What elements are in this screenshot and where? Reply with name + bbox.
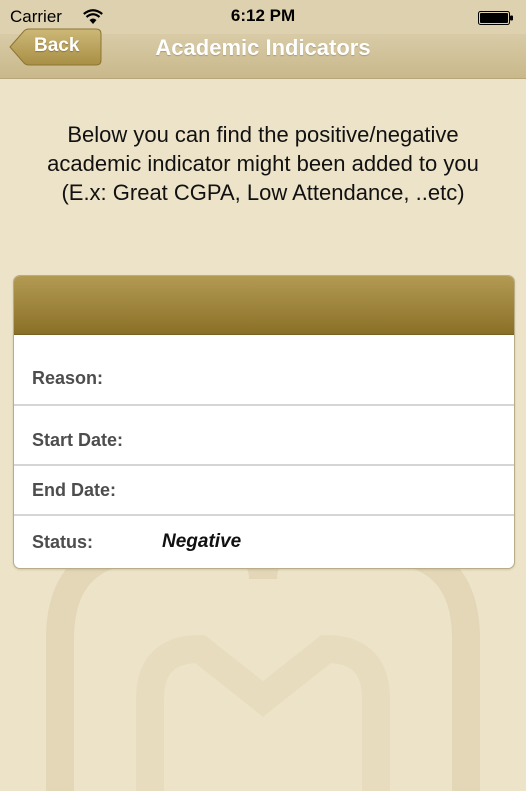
page-title: Academic Indicators bbox=[155, 35, 371, 60]
reason-row: Reason: bbox=[14, 335, 514, 406]
start-date-label: Start Date: bbox=[32, 430, 124, 450]
status-time: 6:12 PM bbox=[230, 6, 296, 25]
start-date-row: Start Date: bbox=[14, 406, 514, 466]
end-date-label: End Date: bbox=[32, 480, 117, 500]
reason-label: Reason: bbox=[32, 368, 104, 388]
end-date-row: End Date: bbox=[14, 466, 514, 516]
status-value: Negative bbox=[162, 531, 242, 552]
status-label: Status: bbox=[32, 532, 94, 552]
intro-description: Below you can find the positive/negative… bbox=[47, 122, 479, 205]
indicator-card: Reason: Start Date: End Date: Status: Ne… bbox=[13, 275, 515, 569]
card-header bbox=[14, 276, 514, 335]
battery-icon bbox=[478, 11, 513, 25]
status-row: Status: Negative bbox=[14, 516, 514, 568]
navigation-bar: Back Academic Indicators bbox=[0, 28, 526, 79]
